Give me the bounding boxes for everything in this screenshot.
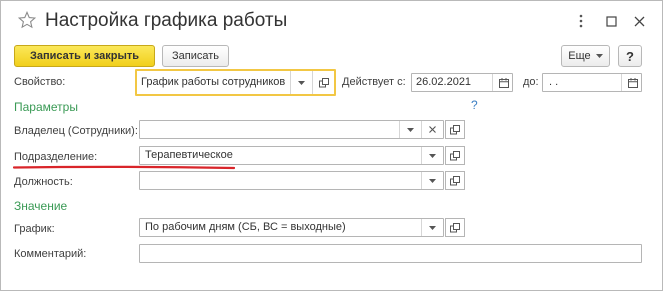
department-field[interactable]: Терапевтическое bbox=[139, 146, 444, 165]
owner-open-button[interactable] bbox=[445, 120, 465, 139]
form-window: Настройка графика работы Записать и закр… bbox=[0, 0, 663, 291]
schedule-field[interactable]: По рабочим дням (СБ, ВС = выходные) bbox=[139, 218, 444, 237]
department-label: Подразделение: bbox=[14, 151, 98, 163]
star-icon[interactable] bbox=[18, 11, 36, 29]
window-title: Настройка графика работы bbox=[45, 10, 288, 31]
save-button[interactable]: Записать bbox=[162, 45, 229, 67]
property-field[interactable]: График работы сотрудников bbox=[135, 69, 336, 96]
valid-from-calendar-button[interactable] bbox=[492, 74, 514, 91]
open-form-icon bbox=[450, 124, 460, 134]
calendar-icon bbox=[627, 77, 638, 88]
calendar-icon bbox=[498, 77, 509, 88]
department-dropdown-button[interactable] bbox=[421, 147, 443, 164]
position-dropdown-button[interactable] bbox=[421, 172, 443, 189]
chevron-down-icon bbox=[429, 153, 436, 158]
schedule-open-button[interactable] bbox=[445, 218, 465, 237]
property-open-button[interactable] bbox=[312, 71, 334, 94]
property-value: График работы сотрудников bbox=[141, 76, 286, 88]
comment-label: Комментарий: bbox=[14, 248, 87, 260]
value-heading: Значение bbox=[14, 199, 68, 213]
parameters-heading: Параметры bbox=[14, 100, 78, 114]
position-field[interactable] bbox=[139, 171, 444, 190]
open-form-icon bbox=[450, 222, 460, 232]
close-icon[interactable] bbox=[631, 13, 647, 29]
chevron-down-icon bbox=[298, 80, 305, 85]
department-value: Терапевтическое bbox=[145, 149, 233, 161]
owner-label: Владелец (Сотрудники): bbox=[14, 125, 138, 137]
open-form-icon bbox=[450, 175, 460, 185]
property-dropdown-button[interactable] bbox=[290, 71, 312, 94]
maximize-icon[interactable] bbox=[603, 13, 619, 29]
position-label: Должность: bbox=[14, 176, 73, 188]
owner-clear-button[interactable] bbox=[421, 121, 443, 138]
open-form-icon bbox=[450, 150, 460, 160]
parameters-help-link[interactable]: ? bbox=[471, 98, 478, 112]
valid-from-field[interactable]: 26.02.2021 bbox=[411, 73, 513, 92]
clear-icon bbox=[429, 126, 436, 133]
valid-to-label: до: bbox=[523, 76, 539, 88]
chevron-down-icon bbox=[429, 178, 436, 183]
chevron-down-icon bbox=[429, 225, 436, 230]
more-button-label: Еще bbox=[568, 50, 591, 62]
schedule-label: График: bbox=[14, 223, 55, 235]
chevron-down-icon bbox=[595, 54, 603, 58]
comment-field[interactable] bbox=[139, 244, 642, 263]
owner-field[interactable] bbox=[139, 120, 444, 139]
help-button[interactable]: ? bbox=[618, 45, 642, 67]
save-and-close-button[interactable]: Записать и закрыть bbox=[14, 45, 155, 67]
schedule-value: По рабочим дням (СБ, ВС = выходные) bbox=[145, 221, 346, 233]
schedule-dropdown-button[interactable] bbox=[421, 219, 443, 236]
more-menu-icon[interactable] bbox=[573, 13, 589, 29]
red-underline-annotation bbox=[13, 165, 235, 170]
valid-to-calendar-button[interactable] bbox=[621, 74, 643, 91]
chevron-down-icon bbox=[407, 127, 414, 132]
valid-from-value: 26.02.2021 bbox=[416, 76, 472, 88]
owner-dropdown-button[interactable] bbox=[399, 121, 421, 138]
open-form-icon bbox=[318, 77, 329, 87]
valid-to-field[interactable]: . . bbox=[542, 73, 642, 92]
valid-from-label: Действует с: bbox=[342, 76, 406, 88]
department-open-button[interactable] bbox=[445, 146, 465, 165]
position-open-button[interactable] bbox=[445, 171, 465, 190]
valid-to-value: . . bbox=[549, 76, 559, 88]
more-button[interactable]: Еще bbox=[561, 45, 610, 67]
property-label: Свойство: bbox=[14, 76, 66, 88]
